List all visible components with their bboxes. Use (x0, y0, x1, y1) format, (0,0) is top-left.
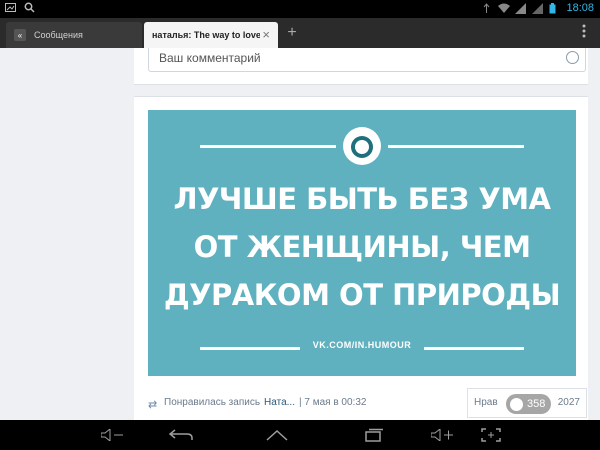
new-tab-button[interactable]: + (282, 22, 302, 44)
poster-site: VK.COM/IN.HUMOUR (312, 340, 412, 350)
poster-divider-left (200, 145, 336, 148)
vk-favicon-icon: « (14, 29, 26, 41)
post-image[interactable]: ЛУЧШЕ БЫТЬ БЕЗ УМА ОТ ЖЕНЩИНЫ, ЧЕМ ДУРАК… (148, 110, 576, 376)
post-footer: ⇄ Понравилась запись Ната... | 7 мая в 0… (148, 397, 366, 411)
comment-placeholder: Ваш комментарий (159, 51, 261, 65)
screenshot-icon[interactable] (478, 427, 504, 443)
system-nav-bar (0, 420, 600, 450)
volume-up-icon[interactable] (430, 427, 456, 443)
tab-label: Сообщения (34, 30, 83, 40)
repost-icon: ⇄ (148, 398, 158, 411)
quote-line-1: ЛУЧШЕ БЫТЬ БЕЗ УМА (173, 182, 551, 216)
tab-messages[interactable]: « Сообщения (6, 22, 142, 48)
poster-divider-right (388, 145, 524, 148)
comment-input[interactable]: Ваш комментарий (148, 48, 586, 72)
search-notification-icon (24, 2, 35, 13)
tab-label: наталья: The way to love... (152, 30, 260, 40)
menu-icon[interactable] (582, 24, 586, 38)
status-bar: 18:08 (0, 0, 600, 18)
quote-line-3: ДУРАКОМ ОТ ПРИРОДЫ (163, 278, 561, 312)
usb-icon (481, 2, 492, 14)
author-link[interactable]: Ната... (264, 397, 295, 408)
chat-bubble-icon (510, 397, 523, 411)
signal-icon-2 (532, 2, 544, 14)
toast-count: 358 (527, 398, 546, 410)
emoji-icon[interactable] (566, 51, 579, 64)
close-icon[interactable]: × (262, 27, 270, 42)
signal-icon (515, 2, 527, 14)
quote-line-2: ОТ ЖЕНЩИНЫ, ЧЕМ (193, 230, 531, 264)
clock: 18:08 (566, 2, 594, 14)
page-content: Ваш комментарий ЛУЧШЕ БЫТЬ БЕЗ УМА ОТ ЖЕ… (0, 48, 600, 420)
like-label: Нрав (474, 397, 498, 408)
recent-apps-icon[interactable] (360, 427, 386, 443)
volume-down-icon[interactable] (100, 427, 126, 443)
timestamp[interactable]: | 7 мая в 00:32 (299, 397, 366, 408)
like-count: 2027 (557, 397, 580, 408)
liked-text: Понравилась запись (164, 397, 261, 408)
wifi-icon (498, 3, 511, 14)
tab-current[interactable]: наталья: The way to love... × (144, 22, 278, 48)
home-icon[interactable] (264, 427, 290, 443)
battery-icon (549, 2, 560, 14)
back-icon[interactable] (168, 427, 194, 443)
notification-toast[interactable]: 358 (506, 394, 552, 414)
poster-logo-icon (343, 127, 381, 165)
gallery-notification-icon (5, 2, 16, 13)
